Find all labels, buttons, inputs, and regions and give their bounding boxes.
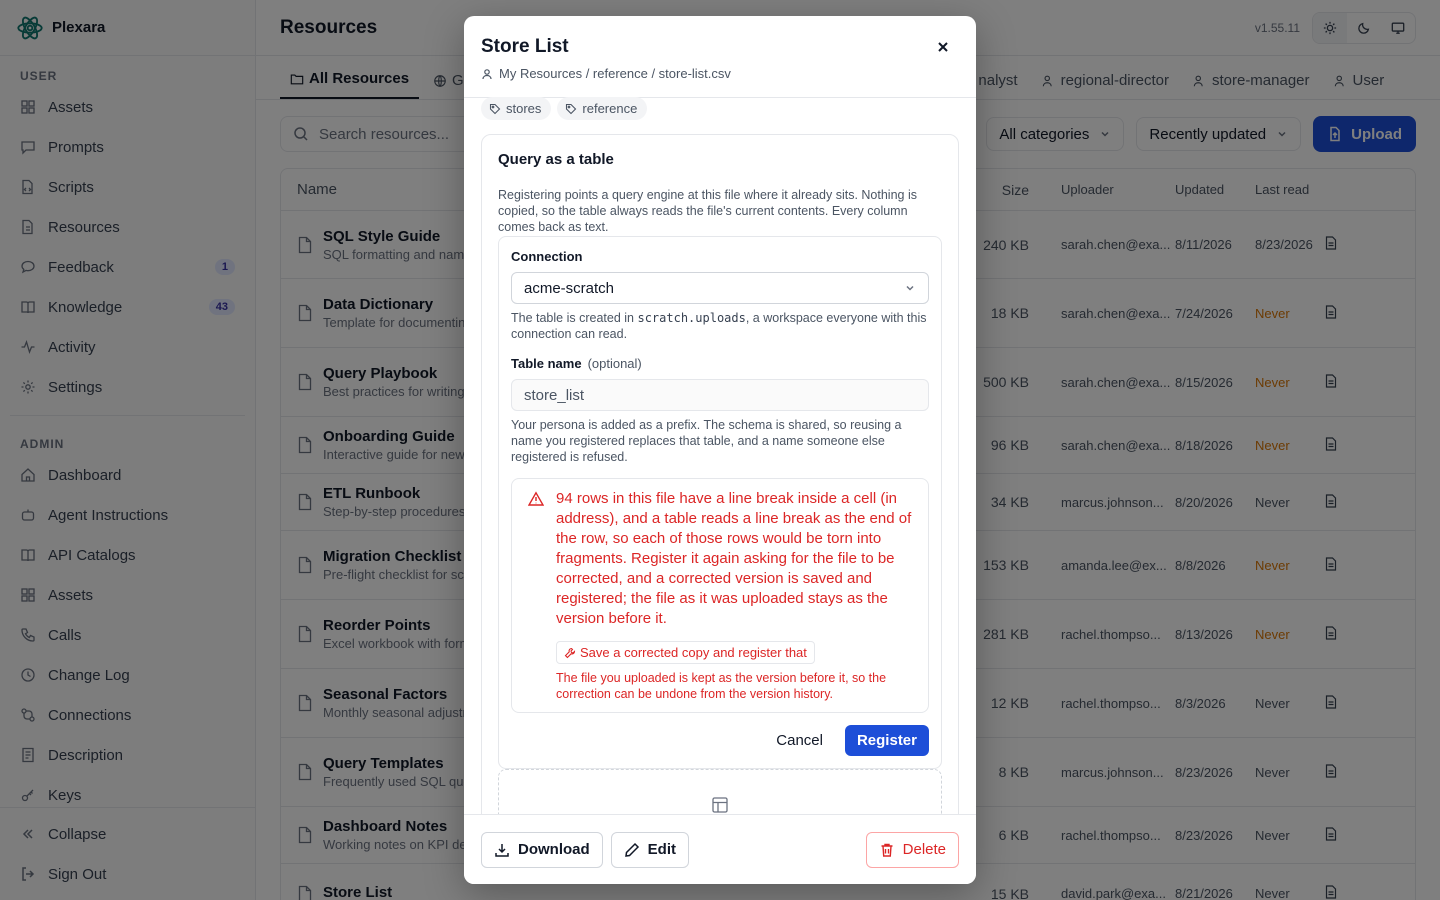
resource-path: My Resources / reference / store-list.cs… — [481, 66, 959, 81]
tag-icon — [566, 103, 577, 114]
tag-label: reference — [582, 101, 638, 116]
table-name-input[interactable]: store_list — [511, 379, 929, 411]
edit-button[interactable]: Edit — [610, 831, 690, 868]
schema-code: scratch.uploads — [637, 311, 746, 325]
download-label: Download — [518, 841, 590, 858]
modal-title: Store List — [481, 36, 569, 57]
card-description: Registering points a query engine at thi… — [498, 188, 917, 234]
modal-header: Store List My Resources / reference / st… — [464, 16, 976, 98]
line-break-warning: 94 rows in this file have a line break i… — [511, 478, 929, 713]
table-name-value: store_list — [524, 386, 585, 404]
chevron-down-icon — [906, 285, 914, 291]
download-button[interactable]: Download — [481, 831, 603, 868]
connection-label: Connection — [511, 249, 583, 264]
tag-reference[interactable]: reference — [557, 97, 648, 120]
edit-label: Edit — [647, 841, 677, 858]
table-name-label: Table name (optional) — [511, 356, 642, 371]
save-corrected-copy-button[interactable]: Save a corrected copy and register that — [556, 641, 815, 664]
resource-detail-modal: Store List My Resources / reference / st… — [464, 16, 976, 884]
wrench-icon — [564, 647, 576, 658]
delete-button[interactable]: Delete — [865, 831, 959, 868]
card-title: Query as a table — [498, 151, 614, 168]
table-icon — [712, 797, 728, 813]
close-icon[interactable] — [934, 38, 952, 56]
warning-message: 94 rows in this file have a line break i… — [556, 490, 912, 627]
delete-label: Delete — [902, 841, 946, 858]
warning-note: The file you uploaded is kept as the ver… — [556, 671, 887, 701]
resource-path-text: My Resources / reference / store-list.cs… — [499, 66, 731, 81]
trash-icon — [881, 843, 893, 857]
query-as-table-card: Query as a table Registering points a qu… — [481, 134, 959, 814]
table-name-help: Your persona is added as a prefix. The s… — [511, 418, 902, 464]
table-preview-placeholder — [498, 769, 942, 814]
tag-icon — [489, 103, 501, 114]
save-corrected-copy-label: Save a corrected copy and register that — [580, 645, 807, 660]
modal-footer: Download Edit Delete — [464, 814, 976, 884]
tag-label: stores — [506, 101, 542, 116]
connection-select[interactable]: acme-scratch — [511, 272, 929, 304]
form-actions: Cancel Register — [511, 725, 929, 756]
warning-triangle-icon — [528, 491, 544, 506]
tag-list: stores reference — [481, 96, 959, 120]
cancel-button[interactable]: Cancel — [766, 726, 833, 755]
modal-body: stores reference Query as a table Regist… — [464, 96, 976, 814]
tag-stores[interactable]: stores — [481, 97, 552, 120]
user-icon — [482, 68, 492, 79]
connection-value: acme-scratch — [524, 279, 615, 297]
connection-help: The table is created in scratch.uploads,… — [511, 311, 927, 341]
register-button[interactable]: Register — [844, 725, 929, 756]
pencil-icon — [624, 842, 639, 857]
optional-hint: (optional) — [587, 356, 642, 371]
register-form: Connection acme-scratch The table is cre… — [498, 236, 942, 769]
download-icon — [495, 843, 509, 857]
